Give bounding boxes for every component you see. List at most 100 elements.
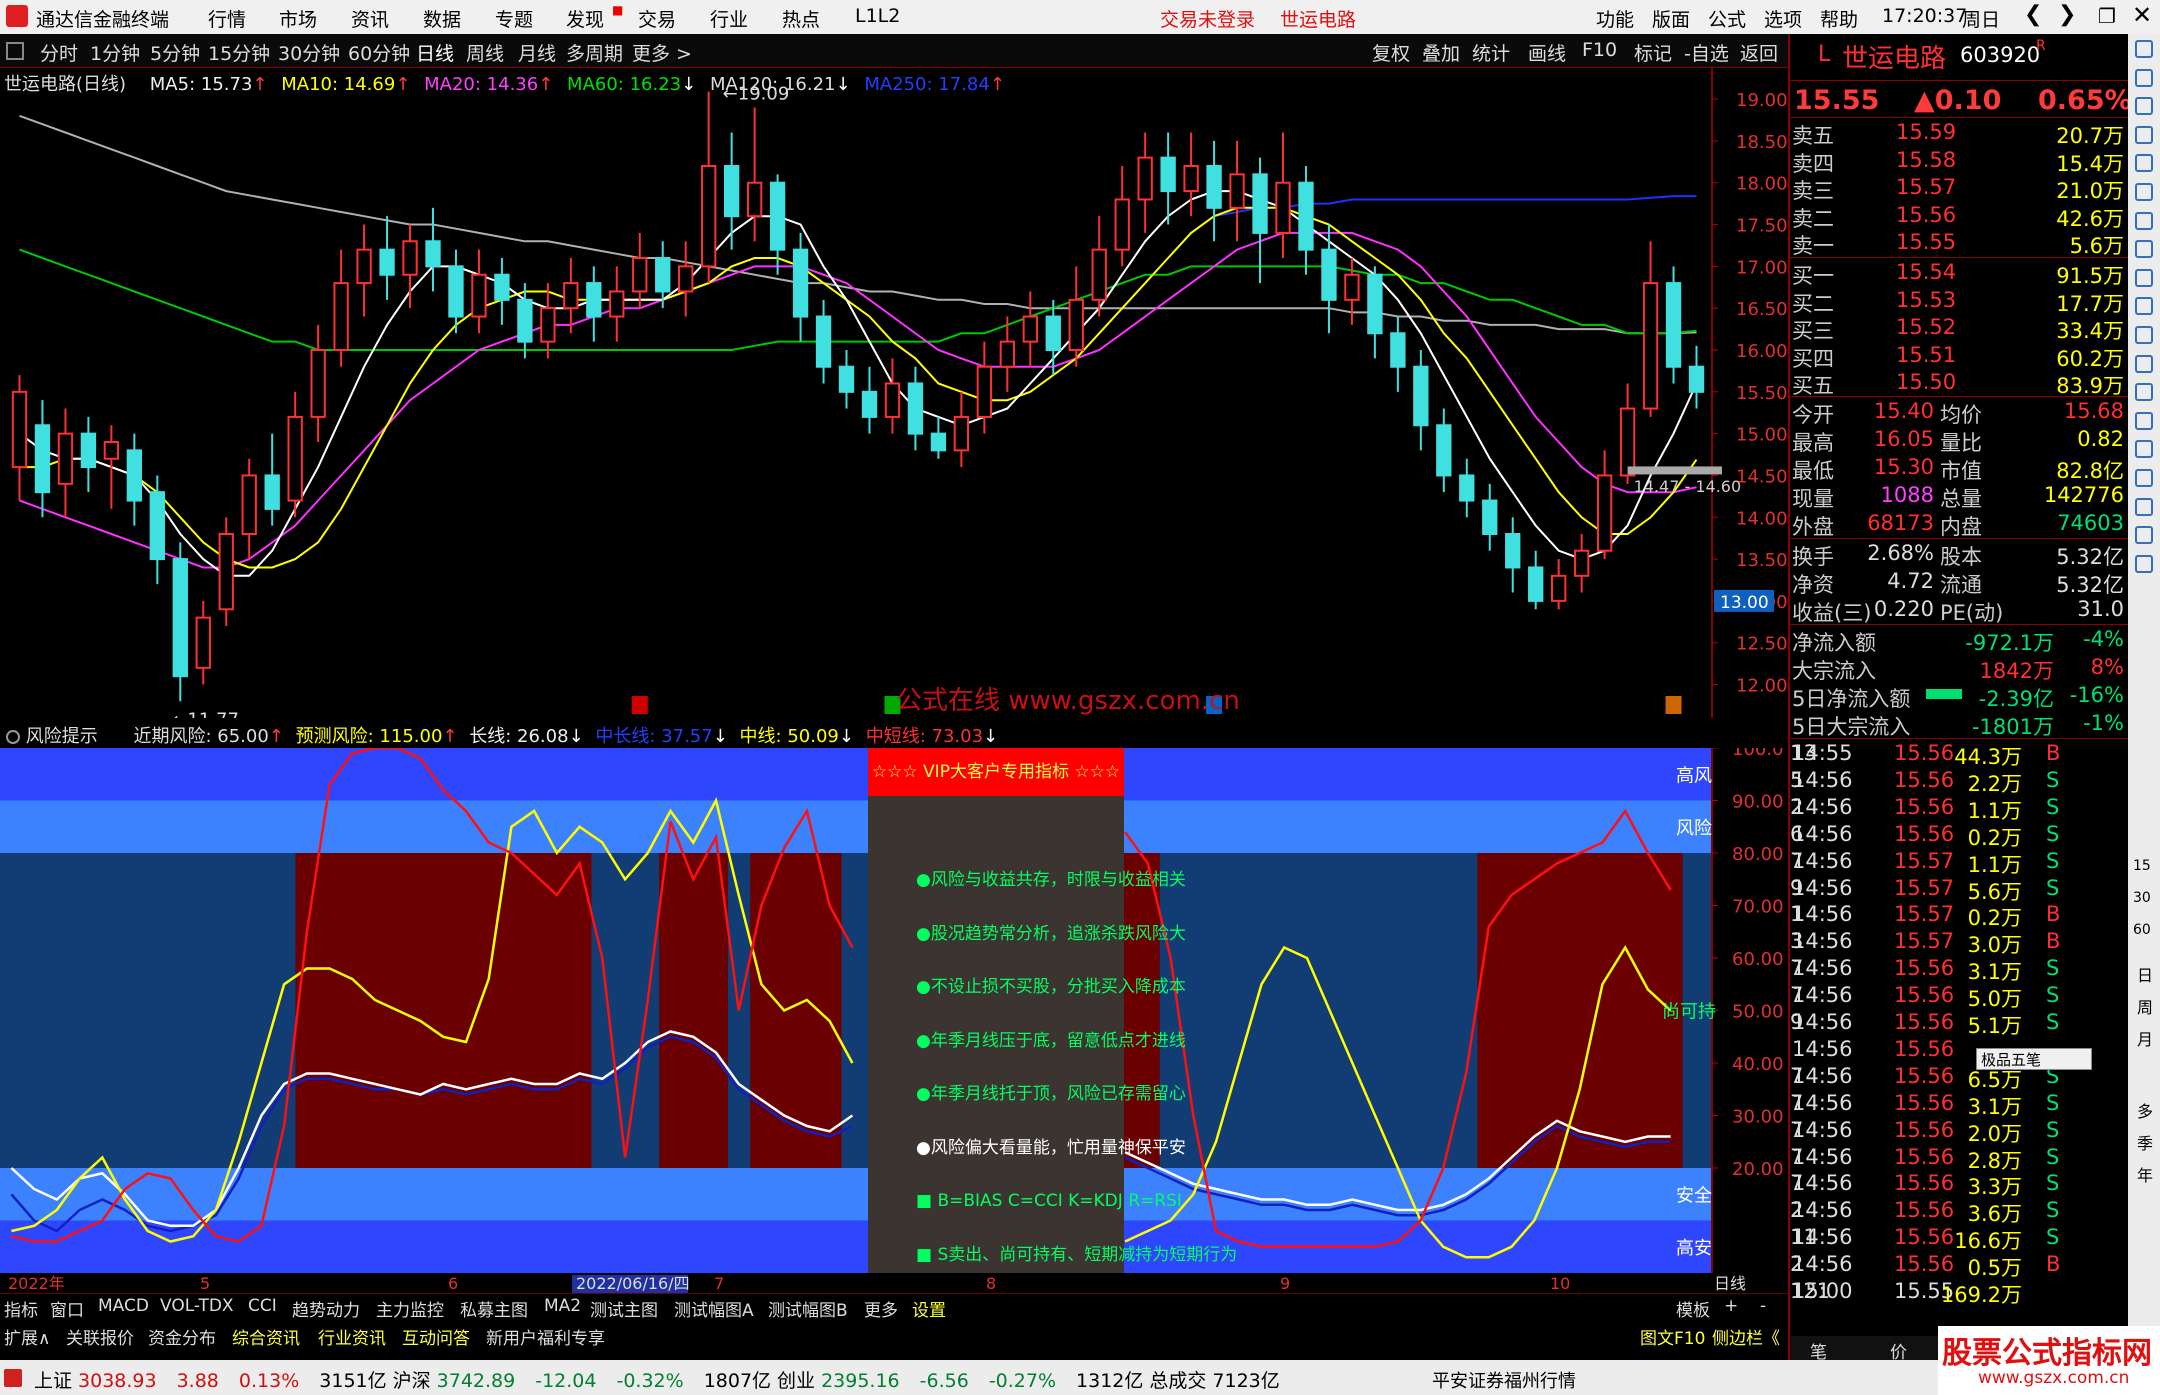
- tick-list[interactable]: 14:55 15.56 44.3万 B 13 14:56 15.56 2.2万 S 5 14:56 1…: [1790, 738, 2130, 1307]
- list-icon[interactable]: [2135, 125, 2153, 144]
- bottom-tab[interactable]: 新用户福利专享: [486, 1324, 605, 1349]
- menu-item[interactable]: 热点: [782, 5, 820, 32]
- period-year[interactable]: 年: [2137, 1162, 2153, 1186]
- period-tab[interactable]: 分时: [40, 39, 78, 66]
- menu-item[interactable]: L1L2: [855, 5, 900, 27]
- period-30[interactable]: 30: [2133, 890, 2151, 906]
- period-month[interactable]: 月: [2137, 1026, 2153, 1050]
- kline-panel[interactable]: 19.00 18.50 18.00 17.50 17.00 16.50 16.00 15.50…: [0, 68, 1788, 730]
- f10-icon[interactable]: [2135, 297, 2153, 316]
- arrow-up-icon[interactable]: [2135, 68, 2153, 87]
- toolbar-button[interactable]: 画线: [1528, 39, 1566, 66]
- toolbar-button[interactable]: 复权: [1372, 39, 1410, 66]
- indicator-tab[interactable]: 指标: [4, 1296, 38, 1321]
- zoom-in-button[interactable]: +: [1724, 1296, 1738, 1316]
- period-15[interactable]: 15: [2133, 858, 2151, 874]
- toolbar-button[interactable]: 叠加: [1422, 39, 1460, 66]
- period-week[interactable]: 周: [2137, 994, 2153, 1018]
- note-icon[interactable]: [2135, 326, 2153, 344]
- menu-item[interactable]: 市场: [279, 5, 317, 32]
- bottom-tab[interactable]: 互动问答: [402, 1324, 470, 1349]
- template-button[interactable]: 模板: [1676, 1296, 1710, 1321]
- compass-icon[interactable]: [2135, 440, 2153, 459]
- menu-right-item[interactable]: 选项: [1764, 5, 1802, 32]
- menu-right-item[interactable]: 功能: [1596, 5, 1634, 32]
- rsi-icon[interactable]: [2135, 469, 2153, 487]
- toolbar-button[interactable]: F10: [1582, 39, 1617, 61]
- ring-icon[interactable]: [2135, 354, 2153, 373]
- period-60[interactable]: 60: [2133, 922, 2151, 938]
- indicator-tab[interactable]: 主力监控: [376, 1296, 444, 1321]
- back-arrow-icon[interactable]: ❮: [2024, 2, 2042, 27]
- restore-icon[interactable]: ❐: [2098, 4, 2116, 28]
- bottom-tab[interactable]: 资金分布: [148, 1324, 216, 1349]
- f5-icon[interactable]: [2135, 554, 2153, 573]
- chart-icon[interactable]: [2135, 154, 2153, 173]
- indicator-tab[interactable]: 设置: [912, 1296, 946, 1321]
- arrow-down-icon[interactable]: [2135, 97, 2153, 116]
- pen-icon[interactable]: [2135, 526, 2153, 545]
- f2-icon[interactable]: [2135, 383, 2153, 402]
- toolbar-button[interactable]: 统计: [1472, 39, 1510, 66]
- event-marker-icon[interactable]: [1665, 696, 1682, 714]
- trade-status[interactable]: 交易未登录: [1160, 5, 1255, 32]
- move-icon[interactable]: [2135, 497, 2153, 516]
- forward-arrow-icon[interactable]: ❯: [2058, 2, 2076, 27]
- period-season[interactable]: 季: [2137, 1130, 2153, 1154]
- side-tab[interactable]: 侧边栏《: [1712, 1324, 1780, 1349]
- indicator-tab[interactable]: VOL-TDX: [160, 1296, 234, 1316]
- menu-right-item[interactable]: 帮助: [1820, 5, 1858, 32]
- bottom-tab[interactable]: 关联报价: [66, 1324, 134, 1349]
- menu-item[interactable]: 专题: [495, 5, 533, 32]
- period-tab[interactable]: 15分钟: [208, 39, 270, 66]
- bottom-tab[interactable]: 扩展∧: [4, 1324, 50, 1349]
- indicator-tab[interactable]: 窗口: [50, 1296, 84, 1321]
- bar-icon[interactable]: [2135, 240, 2153, 259]
- trend-icon[interactable]: [2135, 211, 2153, 230]
- menu-right-item[interactable]: 版面: [1652, 5, 1690, 32]
- period-tab[interactable]: 1分钟: [90, 39, 140, 66]
- period-tab-active[interactable]: 日线: [416, 39, 454, 66]
- menu-item[interactable]: 资讯: [351, 5, 389, 32]
- ime-popup[interactable]: 极品五笔: [1976, 1048, 2092, 1070]
- kline-chart[interactable]: 19.00 18.50 18.00 17.50 17.00 16.50 16.00 15.50…: [0, 68, 1788, 730]
- period-tab[interactable]: 月线: [518, 39, 556, 66]
- period-tab[interactable]: 30分钟: [278, 39, 340, 66]
- event-marker-icon[interactable]: [631, 696, 648, 714]
- indicator-tab[interactable]: 测试主图: [590, 1296, 658, 1321]
- panel-toggle-icon[interactable]: [6, 730, 20, 744]
- menu-item[interactable]: 数据: [423, 5, 461, 32]
- zoom-out-button[interactable]: -: [1760, 1296, 1766, 1316]
- indicator-tab[interactable]: CCI: [248, 1296, 277, 1316]
- clock-icon[interactable]: [2135, 411, 2153, 430]
- menu-item[interactable]: 行情: [208, 5, 246, 32]
- toolbar-button[interactable]: 返回: [1740, 39, 1778, 66]
- period-day[interactable]: 日: [2137, 962, 2153, 986]
- table-icon[interactable]: [2135, 268, 2153, 287]
- close-icon[interactable]: ✕: [2132, 1, 2152, 29]
- period-multi[interactable]: 多: [2137, 1098, 2153, 1122]
- menu-item[interactable]: 交易: [638, 5, 676, 32]
- menu-item[interactable]: 行业: [710, 5, 748, 32]
- period-tab[interactable]: 5分钟: [150, 39, 200, 66]
- period-tab[interactable]: 多周期: [566, 39, 623, 66]
- menu-item[interactable]: 发现: [566, 5, 604, 32]
- toolbar-button[interactable]: 标记: [1634, 39, 1672, 66]
- panel-toggle-icon[interactable]: [6, 42, 24, 60]
- toolbar-button[interactable]: -自选: [1684, 39, 1729, 66]
- side-tab[interactable]: 图文F10: [1640, 1324, 1705, 1349]
- indicator-tab[interactable]: 私募主图: [460, 1296, 528, 1321]
- indicator-tab[interactable]: 趋势动力: [292, 1296, 360, 1321]
- risk-indicator-panel[interactable]: 风险提示 近期风险: 65.00↑ 预测风险: 115.00↑ 长线: 26.0…: [0, 718, 1788, 1293]
- period-tab[interactable]: 60分钟: [348, 39, 410, 66]
- period-tab[interactable]: 周线: [466, 39, 504, 66]
- indicator-tab[interactable]: MACD: [98, 1296, 149, 1316]
- indicator-tab[interactable]: 测试幅图B: [768, 1296, 848, 1321]
- period-tab[interactable]: 更多 >: [632, 39, 692, 66]
- menu-right-item[interactable]: 公式: [1708, 5, 1746, 32]
- bottom-tab[interactable]: 综合资讯: [232, 1324, 300, 1349]
- settings-icon[interactable]: [2135, 40, 2153, 58]
- grid-icon[interactable]: [2135, 183, 2153, 201]
- indicator-tab[interactable]: 更多: [864, 1296, 898, 1321]
- indicator-tab[interactable]: MA2: [544, 1296, 581, 1316]
